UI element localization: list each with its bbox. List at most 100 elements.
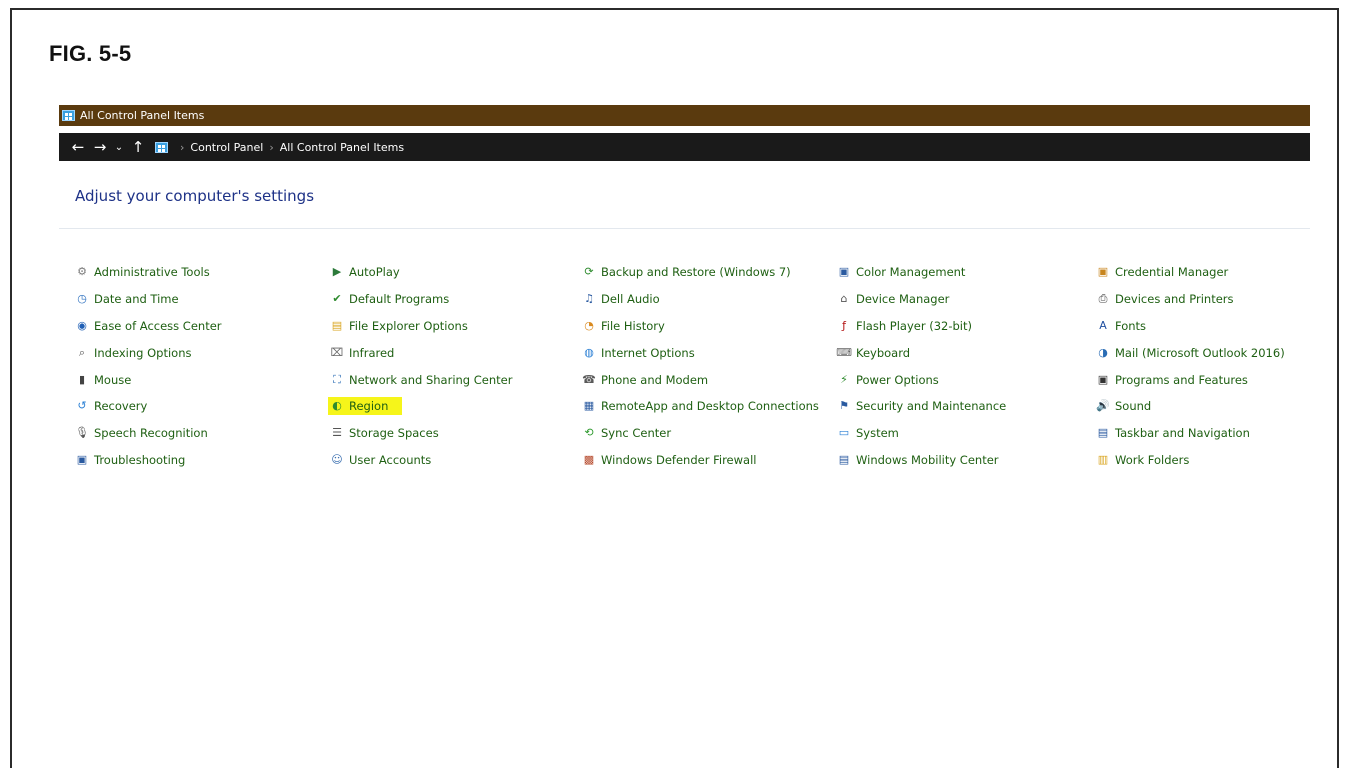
item-label: Windows Mobility Center: [856, 452, 999, 467]
programs-features-icon: ▣: [1097, 372, 1109, 386]
credential-manager-icon: ▣: [1097, 265, 1109, 279]
item-label: Credential Manager: [1115, 265, 1229, 280]
breadcrumb-control-panel[interactable]: Control Panel: [190, 141, 263, 154]
control-panel-item-date-and-time[interactable]: ◷ Date and Time: [75, 286, 222, 313]
admin-tools-icon: ⚙: [77, 265, 87, 279]
control-panel-item-infrared[interactable]: ⌧ Infrared: [330, 339, 512, 366]
window-titlebar[interactable]: All Control Panel Items: [59, 105, 1310, 126]
control-panel-item-speech-recognition[interactable]: 🎙 Speech Recognition: [75, 420, 222, 447]
item-label: Date and Time: [94, 292, 179, 307]
user-accounts-icon: ☺: [331, 452, 343, 466]
control-panel-item-fonts[interactable]: A Fonts: [1096, 313, 1285, 340]
control-panel-item-file-explorer-options[interactable]: ▤ File Explorer Options: [330, 313, 512, 340]
control-panel-item-troubleshooting[interactable]: ▣ Troubleshooting: [75, 447, 222, 474]
control-panel-item-credential-manager[interactable]: ▣ Credential Manager: [1096, 259, 1285, 286]
breadcrumb-separator: ›: [269, 140, 274, 154]
control-panel-item-remoteapp-and-desktop-connections[interactable]: ▦ RemoteApp and Desktop Connections: [582, 393, 819, 420]
item-label: Infrared: [349, 345, 395, 360]
control-panel-item-sound[interactable]: 🔊 Sound: [1096, 393, 1285, 420]
phone-modem-icon: ☎: [582, 372, 596, 386]
control-panel-item-work-folders[interactable]: ▥ Work Folders: [1096, 447, 1285, 474]
autoplay-icon: ▶: [332, 265, 342, 279]
back-button[interactable]: ←: [67, 138, 89, 156]
item-label: Default Programs: [349, 292, 450, 307]
control-panel-item-mail-microsoft-outlook-2016[interactable]: ◑ Mail (Microsoft Outlook 2016): [1096, 339, 1285, 366]
item-label: File Explorer Options: [349, 318, 468, 333]
indexing-options-icon: ⌕: [78, 345, 86, 359]
control-panel-item-network-and-sharing-center[interactable]: ⛶ Network and Sharing Center: [330, 366, 512, 393]
breadcrumb-all-control-panel-items[interactable]: All Control Panel Items: [280, 141, 404, 154]
control-panel-item-user-accounts[interactable]: ☺ User Accounts: [330, 447, 512, 474]
item-label: Sound: [1115, 399, 1152, 414]
control-panel-item-security-and-maintenance[interactable]: ⚑ Security and Maintenance: [837, 393, 1006, 420]
page-title: Adjust your computer's settings: [75, 187, 315, 205]
forward-button[interactable]: →: [89, 138, 111, 156]
control-panel-item-phone-and-modem[interactable]: ☎ Phone and Modem: [582, 366, 819, 393]
item-label: Power Options: [856, 372, 939, 387]
recent-locations-button[interactable]: ⌄: [111, 142, 127, 153]
item-label: Indexing Options: [94, 345, 192, 360]
item-label: Network and Sharing Center: [349, 372, 513, 387]
control-panel-item-system[interactable]: ▭ System: [837, 420, 1006, 447]
network-sharing-icon: ⛶: [333, 372, 341, 386]
control-panel-item-keyboard[interactable]: ⌨ Keyboard: [836, 339, 1006, 366]
item-label: Recovery: [94, 399, 148, 414]
firewall-icon: ▩: [583, 452, 595, 466]
control-panel-item-sync-center[interactable]: ⟲ Sync Center: [582, 420, 819, 447]
item-label: File History: [601, 318, 665, 333]
control-panel-item-recovery[interactable]: ↺ Recovery: [75, 393, 222, 420]
item-label: Storage Spaces: [349, 426, 439, 441]
control-panel-item-autoplay[interactable]: ▶ AutoPlay: [330, 259, 512, 286]
item-label: Security and Maintenance: [856, 399, 1007, 414]
column-4: ▣ Color Management ⌂ Device Manager ƒ Flash P…: [836, 259, 1006, 474]
control-panel-item-windows-mobility-center[interactable]: ▤ Windows Mobility Center: [837, 447, 1006, 474]
control-panel-item-file-history[interactable]: ◔ File History: [582, 313, 819, 340]
control-panel-item-default-programs[interactable]: ✔ Default Programs: [330, 286, 512, 313]
breadcrumb-separator: ›: [180, 140, 185, 154]
internet-options-icon: ◍: [584, 345, 594, 359]
control-panel-item-taskbar-and-navigation[interactable]: ▤ Taskbar and Navigation: [1096, 420, 1285, 447]
control-panel-icon: [155, 141, 168, 153]
item-label: Color Management: [856, 265, 966, 280]
item-label: AutoPlay: [349, 265, 400, 280]
item-label: Ease of Access Center: [94, 318, 222, 333]
region-icon: ◐: [332, 399, 342, 413]
control-panel-item-power-options[interactable]: ⚡ Power Options: [837, 366, 1006, 393]
up-button[interactable]: ↑: [127, 138, 149, 156]
window-title: All Control Panel Items: [80, 109, 205, 122]
item-label: Fonts: [1115, 318, 1147, 333]
control-panel-item-color-management[interactable]: ▣ Color Management: [837, 259, 1006, 286]
security-maintenance-icon: ⚑: [839, 399, 849, 413]
control-panel-item-mouse[interactable]: ▮ Mouse: [75, 366, 222, 393]
address-bar[interactable]: ← → ⌄ ↑ › Control Panel › All Control Pa…: [59, 133, 1310, 161]
control-panel-item-backup-and-restore-windows-7[interactable]: ⟳ Backup and Restore (Windows 7): [582, 259, 819, 286]
recovery-icon: ↺: [77, 399, 87, 413]
mail-icon: ◑: [1098, 345, 1108, 359]
column-5: ▣ Credential Manager ⎙ Devices and Printers…: [1096, 259, 1285, 473]
sound-icon: 🔊: [1096, 399, 1110, 413]
control-panel-item-internet-options[interactable]: ◍ Internet Options: [582, 339, 819, 366]
mobility-center-icon: ▤: [838, 452, 850, 466]
control-panel-item-storage-spaces[interactable]: ☰ Storage Spaces: [330, 420, 512, 447]
power-options-icon: ⚡: [840, 372, 848, 386]
work-folders-icon: ▥: [1097, 452, 1109, 466]
control-panel-item-device-manager[interactable]: ⌂ Device Manager: [837, 286, 1006, 313]
control-panel-item-region[interactable]: ◐ Region: [328, 393, 512, 420]
control-panel-item-programs-and-features[interactable]: ▣ Programs and Features: [1096, 366, 1285, 393]
item-label: Backup and Restore (Windows 7): [601, 265, 791, 280]
item-label: RemoteApp and Desktop Connections: [601, 399, 819, 414]
item-label: Work Folders: [1115, 452, 1190, 467]
control-panel-item-windows-defender-firewall[interactable]: ▩ Windows Defender Firewall: [582, 447, 819, 474]
sync-center-icon: ⟲: [584, 426, 594, 440]
system-icon: ▭: [838, 426, 850, 440]
item-label: Device Manager: [856, 292, 950, 307]
item-label: Programs and Features: [1115, 372, 1248, 387]
control-panel-item-ease-of-access-center[interactable]: ◉ Ease of Access Center: [75, 313, 222, 340]
control-panel-item-administrative-tools[interactable]: ⚙ Administrative Tools: [75, 259, 222, 286]
speech-recognition-icon: 🎙: [75, 426, 89, 440]
control-panel-item-indexing-options[interactable]: ⌕ Indexing Options: [75, 339, 222, 366]
remoteapp-icon: ▦: [583, 399, 595, 413]
control-panel-item-flash-player-32-bit[interactable]: ƒ Flash Player (32-bit): [837, 313, 1006, 340]
control-panel-item-devices-and-printers[interactable]: ⎙ Devices and Printers: [1096, 286, 1285, 313]
control-panel-item-dell-audio[interactable]: ♫ Dell Audio: [582, 286, 819, 313]
